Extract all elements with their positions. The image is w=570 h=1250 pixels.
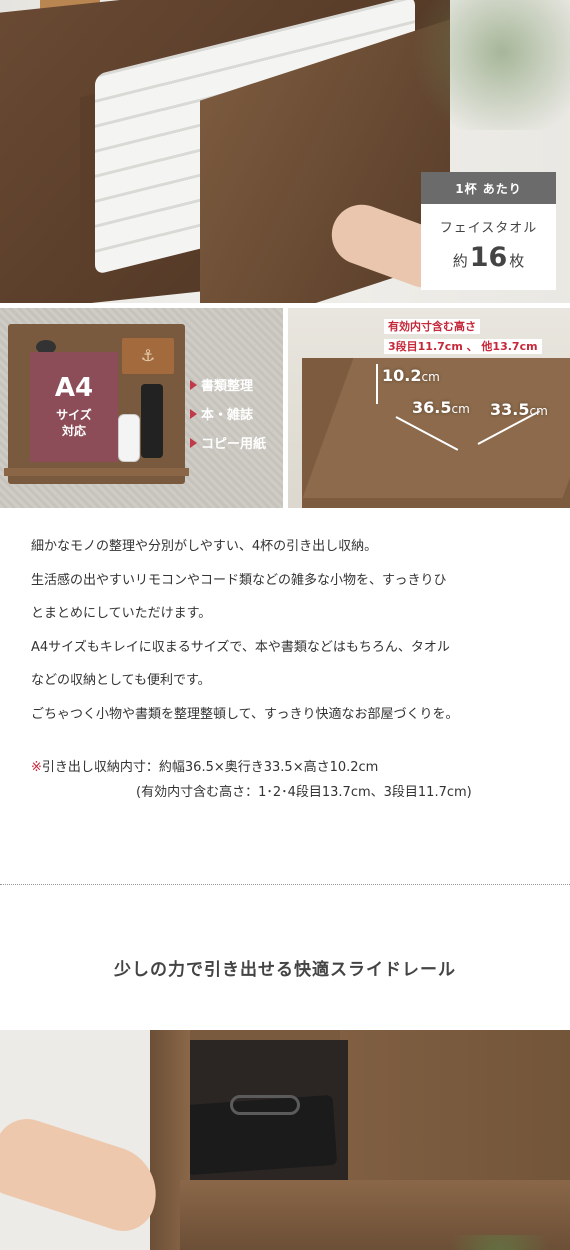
hero-photo: 1杯 あたり フェイスタオル 約 16 枚 [0,0,570,303]
tv-remote-image [141,384,163,458]
inner-height-note-values: 3段目11.7cm 、 他13.7cm [384,339,542,354]
ac-remote-image [118,414,140,462]
a4-document-label: A4 サイズ 対応 [30,352,118,462]
glasses-image [230,1095,300,1115]
tray-edge [4,468,189,476]
slide-rail-heading: 少しの力で引き出せる快適スライドレール [114,960,456,980]
feature-list: 書類整理 本・雑誌 コピー用紙 [190,370,266,457]
depth-unit: cm [529,404,548,418]
note-mark: ※ [31,760,42,775]
a4-title: A4 [54,372,94,403]
description-line: 細かなモノの整理や分別がしやすい、4杯の引き出し収納。 [31,539,378,554]
badge-suffix: 枚 [509,252,525,270]
inner-height-note-title: 有効内寸含む高さ [384,319,480,334]
feature-item: 書類整理 [190,370,266,399]
badge-header: 1杯 あたり [421,172,556,204]
plant-decoration [430,1235,570,1250]
width-value: 36.5 [412,398,452,417]
height-dimension-line [376,364,378,404]
height-unit: cm [421,370,440,384]
description-line: とまとめにしていただけます。 [31,606,212,621]
badge-count: 約 16 枚 [421,242,556,273]
width-dimension-label: 36.5cm [412,398,470,417]
description-line: などの収納としても便利です。 [31,673,211,688]
note-text: 引き出し収納内寸：約幅36.5×奥行き33.5×高さ10.2cm [41,760,379,775]
depth-value: 33.5 [490,400,530,419]
section-divider [0,884,570,885]
triangle-bullet-icon [190,437,197,448]
badge-number: 16 [469,242,508,273]
anchor-box-image: ⚓ [122,338,174,374]
width-unit: cm [451,402,470,416]
description-line: A4サイズもキレイに収まるサイズで、本や書類などはもちろん、タオル [31,639,450,655]
dimension-panel-photo: 有効内寸含む高さ 3段目11.7cm 、 他13.7cm 10.2cm 36.5… [288,308,570,508]
slide-rail-photo [0,1030,570,1250]
height-dimension-label: 10.2cm [382,366,440,385]
feature-item: コピー用紙 [190,428,266,457]
feature-label: コピー用紙 [201,437,267,452]
feature-label: 書類整理 [201,379,254,394]
inner-dimension-note: ※引き出し収納内寸：約幅36.5×奥行き33.5×高さ10.2cm [31,756,378,780]
badge-item: フェイスタオル [439,221,538,236]
feature-label: 本・雑誌 [201,408,254,423]
cabinet-right-image [340,1030,570,1180]
badge-prefix: 約 [452,252,468,270]
inner-dimension-note-detail: (有効内寸含む高さ：1･2･4段目13.7cm、3段目11.7cm) [136,785,472,800]
a4-line2: 対応 [61,424,86,438]
a4-line1: サイズ [56,407,92,422]
description-line: ごちゃつく小物や書類を整理整頓して、すっきり快適なお部屋づくりを。 [31,706,459,722]
hand-image [0,1110,169,1240]
depth-dimension-label: 33.5cm [490,400,548,419]
triangle-bullet-icon [190,379,197,390]
height-value: 10.2 [382,366,422,385]
product-description: 細かなモノの整理や分別がしやすい、4杯の引き出し収納。 生活感の出やすいリモコン… [31,530,546,731]
description-line: 生活感の出やすいリモコンやコード類などの雑多な小物を、すっきりひ [31,572,447,588]
triangle-bullet-icon [190,408,197,419]
capacity-badge: 1杯 あたり フェイスタオル 約 16 枚 [421,172,556,290]
plant-decoration [400,0,570,130]
a4-subtitle: サイズ 対応 [56,407,92,439]
feature-item: 本・雑誌 [190,399,266,428]
